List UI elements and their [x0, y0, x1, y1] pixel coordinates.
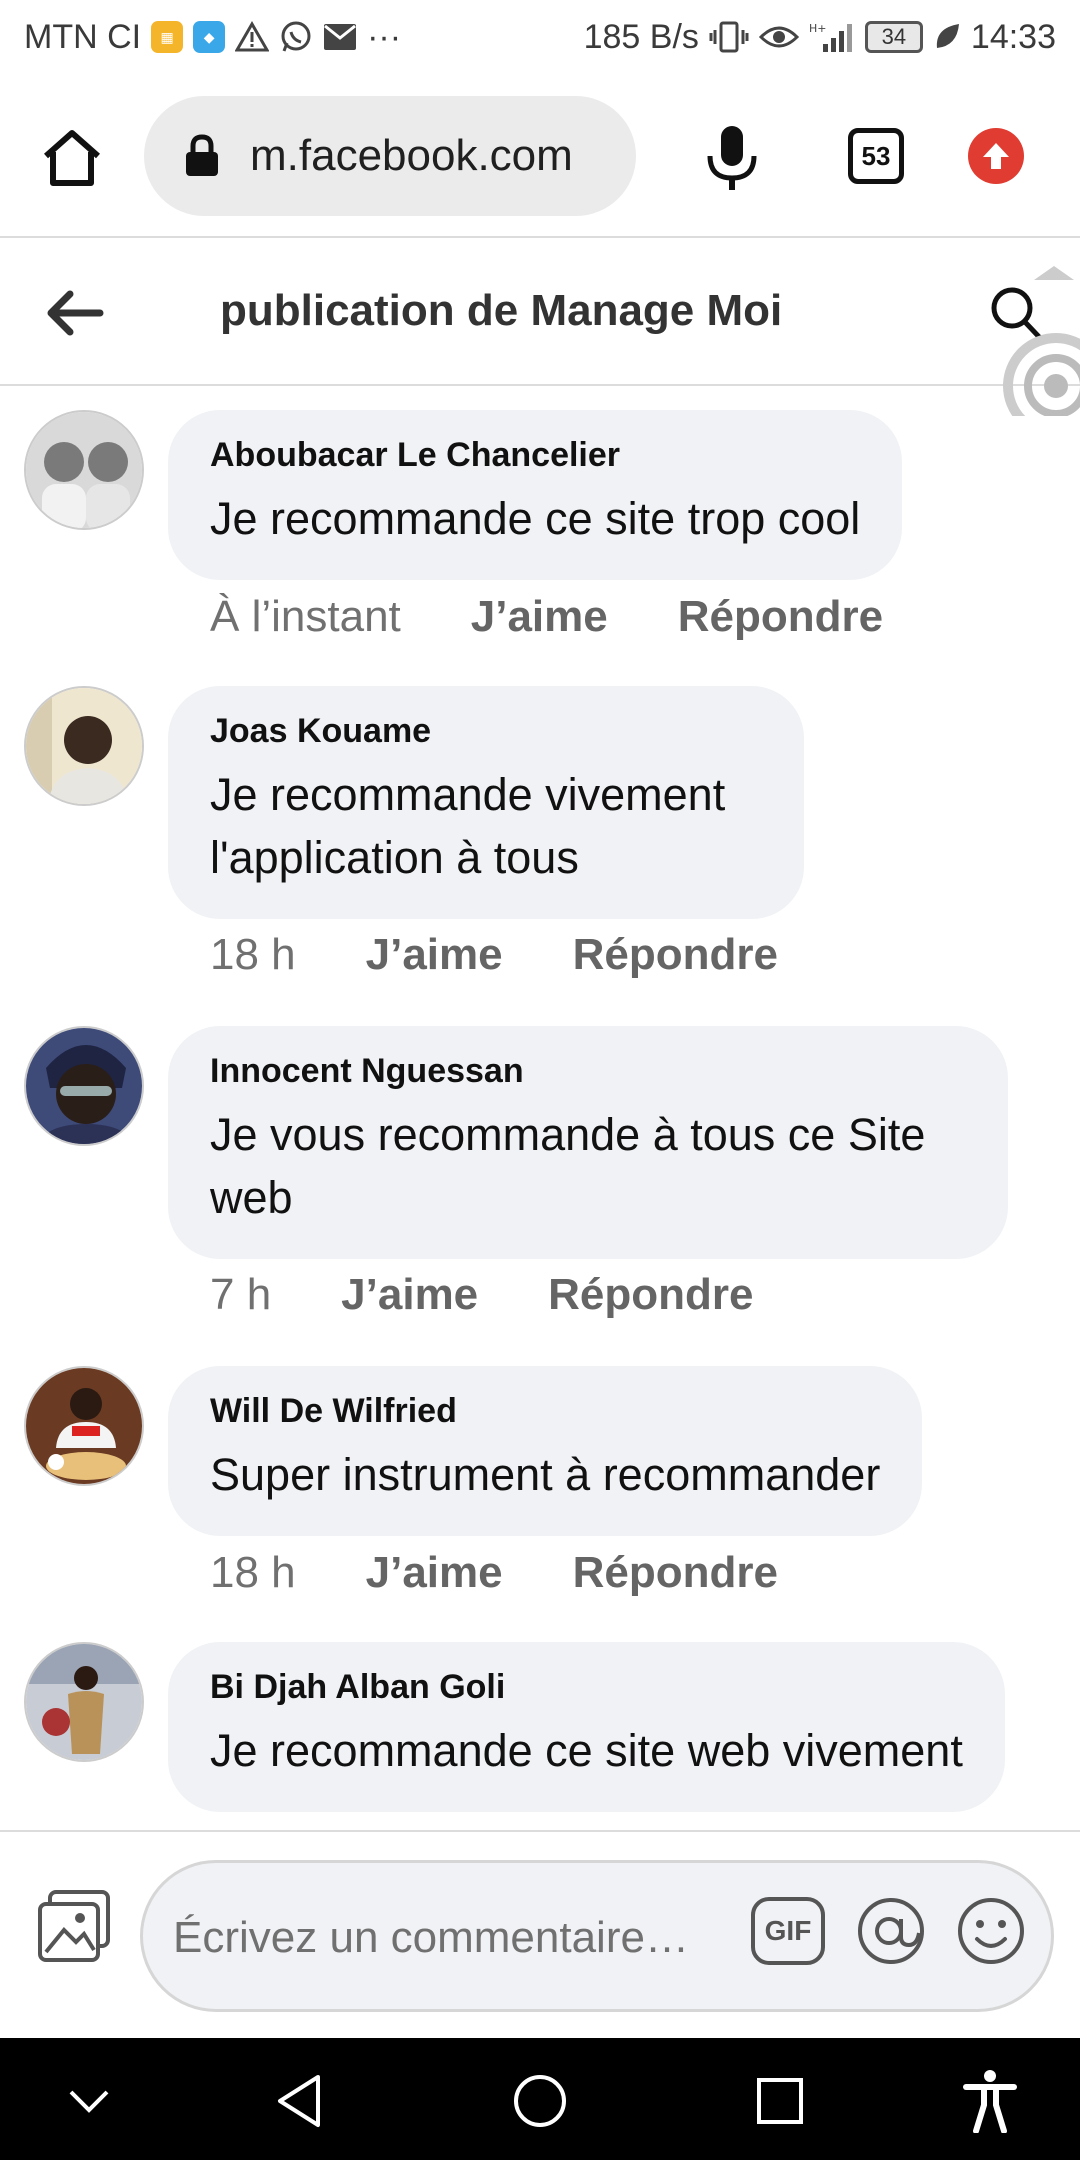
- reply-button[interactable]: Répondre: [573, 930, 778, 980]
- mention-button[interactable]: [855, 1895, 927, 1967]
- update-button[interactable]: [968, 128, 1024, 184]
- comment-time: 18 h: [210, 1548, 296, 1597]
- avatar[interactable]: [24, 1026, 144, 1146]
- network-speed: 185 B/s: [583, 17, 699, 56]
- comment-time: 18 h: [210, 930, 296, 979]
- page-header: publication de Manage Moi: [0, 244, 1080, 439]
- lock-icon: [186, 134, 218, 176]
- home-circle-icon: [514, 2075, 566, 2127]
- status-right: 185 B/s H+ 34 14:33: [584, 18, 1056, 57]
- comment-text: Je recommande ce site trop cool: [210, 493, 861, 544]
- comment-bubble[interactable]: Will De Wilfried Super instrument à reco…: [168, 1366, 923, 1536]
- home-icon: [44, 130, 100, 186]
- like-button[interactable]: J’aime: [471, 592, 608, 642]
- comment-bubble[interactable]: Aboubacar Le Chancelier Je recommande ce…: [168, 410, 903, 580]
- vibrate-icon: [709, 21, 749, 53]
- chevron-down-icon: [69, 2090, 109, 2113]
- recents-square-icon: [757, 2078, 803, 2124]
- battery-indicator: 34: [864, 21, 923, 53]
- collapse-nav-button[interactable]: [54, 2066, 124, 2136]
- accessibility-nav-button[interactable]: [955, 2066, 1025, 2136]
- comment-text: Je recommande vivement l'application à t…: [210, 769, 726, 883]
- eye-comfort-icon: [758, 26, 799, 48]
- url-text: m.facebook.com: [250, 131, 573, 180]
- add-photo-button[interactable]: [36, 1888, 112, 1964]
- comment-bubble[interactable]: Joas Kouame Je recommande vivement l'app…: [168, 686, 804, 919]
- address-bar[interactable]: m.facebook.com: [144, 96, 636, 216]
- comment-text: Je vous recommande à tous ce Site web: [210, 1109, 926, 1223]
- avatar[interactable]: [24, 410, 144, 530]
- floating-assist-button[interactable]: [986, 266, 1080, 439]
- avatar[interactable]: [24, 1366, 144, 1486]
- emoji-button[interactable]: [955, 1895, 1027, 1967]
- clock: 14:33: [970, 17, 1056, 56]
- like-button[interactable]: J’aime: [366, 930, 503, 980]
- carrier-name: MTN CI: [24, 17, 142, 56]
- page-title: publication de Manage Moi: [220, 286, 783, 335]
- emoji-icon: [958, 1898, 1024, 1964]
- like-button[interactable]: J’aime: [366, 1548, 503, 1598]
- avatar[interactable]: [24, 686, 144, 806]
- back-button[interactable]: [44, 288, 104, 338]
- microphone-icon: [707, 126, 757, 190]
- back-triangle-icon: [278, 2075, 320, 2127]
- comment-actions: 18 h J’aime Répondre: [210, 930, 778, 980]
- accessibility-icon: [963, 2070, 1017, 2133]
- comment-actions: À l’instant J’aime Répondre: [210, 592, 883, 642]
- comment-text: Super instrument à recommander: [210, 1449, 881, 1500]
- comment-bubble[interactable]: Innocent Nguessan Je vous recommande à t…: [168, 1026, 1008, 1259]
- comment-text: Je recommande ce site web vivement: [210, 1725, 963, 1776]
- comment-actions: 18 h J’aime Répondre: [210, 1548, 778, 1598]
- reply-button[interactable]: Répondre: [548, 1270, 753, 1320]
- gif-icon: GIF: [764, 1915, 812, 1946]
- floating-ball-icon: [1003, 266, 1080, 439]
- mail-icon: [324, 24, 357, 50]
- home-nav-button[interactable]: [505, 2066, 575, 2136]
- comment-author[interactable]: Aboubacar Le Chancelier: [210, 436, 860, 475]
- comment-author[interactable]: Will De Wilfried: [210, 1392, 880, 1431]
- voice-search-button[interactable]: [700, 124, 764, 192]
- warning-icon: [235, 21, 270, 52]
- tabs-button[interactable]: 53: [848, 128, 904, 184]
- comment-composer: GIF: [0, 1830, 1080, 2038]
- comment-author[interactable]: Innocent Nguessan: [210, 1052, 966, 1091]
- gif-button[interactable]: GIF: [751, 1897, 825, 1965]
- mention-icon: [858, 1898, 924, 1964]
- status-bar: MTN CI ▦ ◆ ··· 185 B/s H+ 34 14:33: [0, 0, 1080, 74]
- app-notification-icon: ▦: [151, 21, 184, 53]
- tab-count: 53: [861, 140, 891, 171]
- status-left: MTN CI ▦ ◆ ···: [24, 18, 401, 57]
- comment-author[interactable]: Bi Djah Alban Goli: [210, 1668, 963, 1707]
- comment-time: 7 h: [210, 1270, 272, 1319]
- browser-toolbar: m.facebook.com 53: [0, 78, 1080, 238]
- reply-button[interactable]: Répondre: [573, 1548, 778, 1598]
- shield-notification-icon: ◆: [193, 21, 226, 53]
- comment-time: À l’instant: [210, 592, 401, 641]
- comment-bubble[interactable]: Bi Djah Alban Goli Je recommande ce site…: [168, 1642, 1005, 1812]
- comment-author[interactable]: Joas Kouame: [210, 712, 762, 751]
- avatar[interactable]: [24, 1642, 144, 1762]
- leaf-icon: [936, 24, 959, 48]
- back-arrow-icon: [47, 290, 104, 336]
- recents-nav-button[interactable]: [745, 2066, 815, 2136]
- more-notifications: ···: [367, 17, 402, 56]
- system-navigation-bar: [0, 2038, 1080, 2160]
- back-nav-button[interactable]: [264, 2066, 334, 2136]
- comment-actions: 7 h J’aime Répondre: [210, 1270, 754, 1320]
- home-button[interactable]: [40, 128, 104, 188]
- comment-field: GIF: [140, 1860, 1054, 2012]
- svg-text:H+: H+: [809, 22, 827, 35]
- update-icon: [983, 143, 1009, 169]
- photo-icon: [38, 1890, 110, 1962]
- comment-input[interactable]: [173, 1913, 753, 1963]
- reply-button[interactable]: Répondre: [678, 592, 883, 642]
- like-button[interactable]: J’aime: [341, 1270, 478, 1320]
- signal-icon: H+: [809, 22, 852, 52]
- whatsapp-icon: [281, 21, 311, 52]
